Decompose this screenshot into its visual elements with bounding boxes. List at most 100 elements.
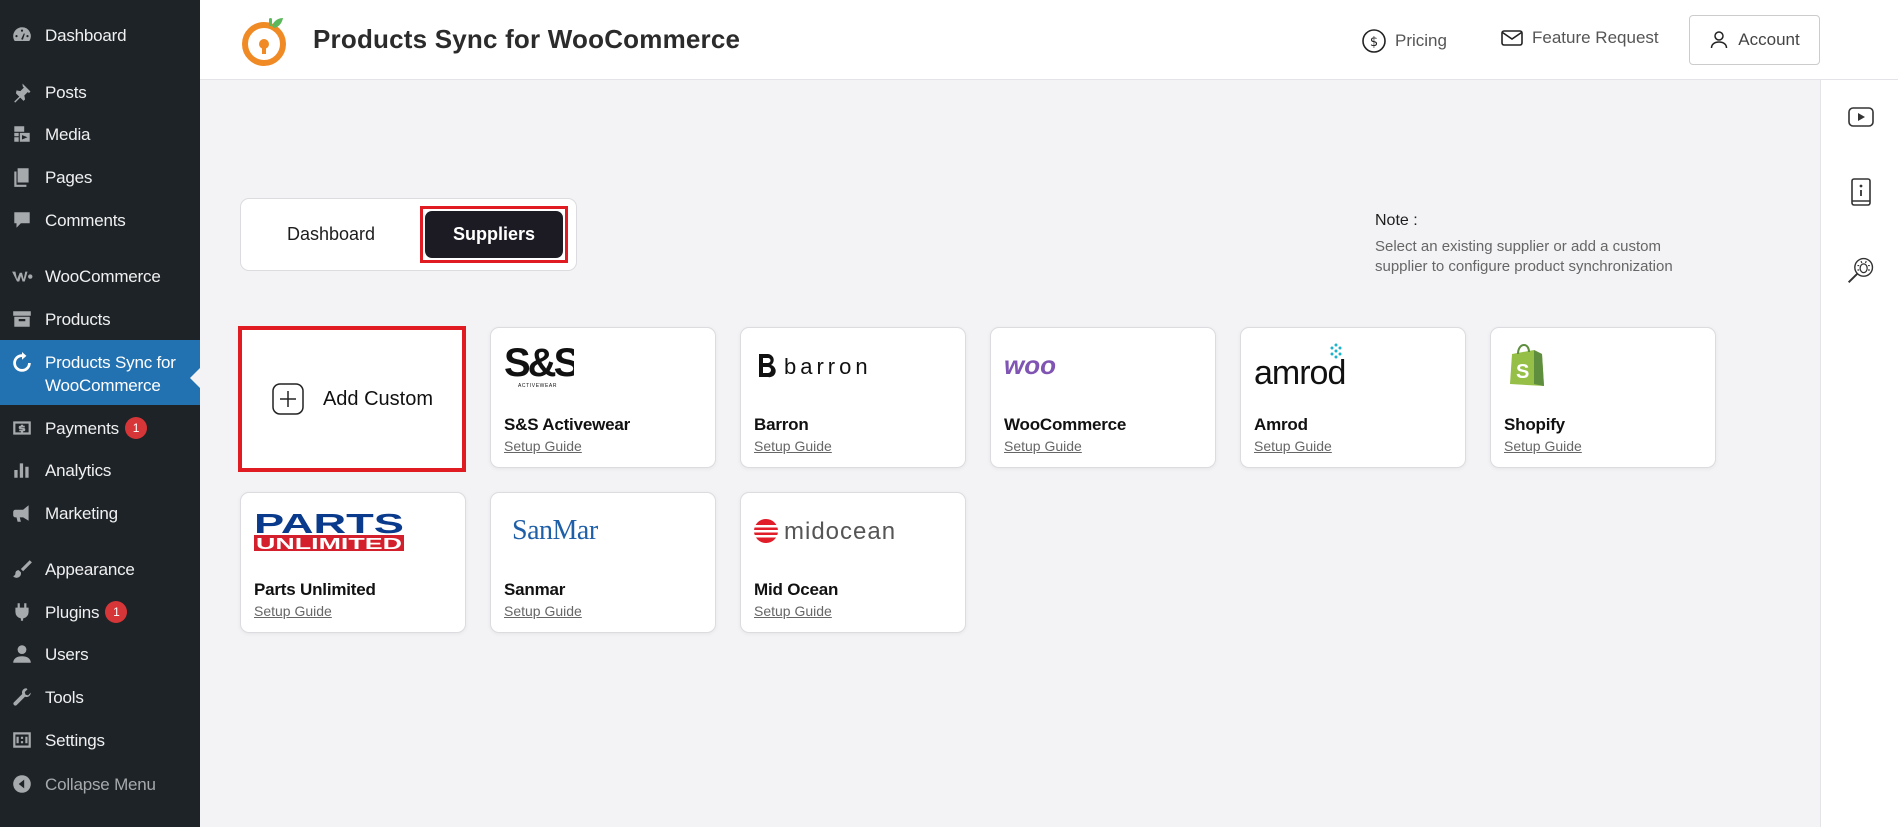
media-icon (10, 122, 34, 146)
sidebar-item-label: Payments (45, 418, 119, 438)
sidebar-collapse-menu[interactable]: Collapse Menu (0, 771, 200, 797)
svg-text:$: $ (1370, 35, 1378, 50)
note-panel: Note : Select an existing supplier or ad… (1375, 212, 1705, 277)
sidebar-item-label: Products (45, 309, 111, 329)
sidebar-active-line1: Products Sync for (45, 353, 176, 372)
pages-icon (10, 165, 34, 189)
user-icon (1711, 31, 1728, 49)
sidebar-item-products[interactable]: Products (0, 306, 200, 332)
setup-guide-link[interactable]: Setup Guide (754, 603, 832, 619)
sidebar-item-settings[interactable]: Settings (0, 727, 200, 753)
setup-guide-link[interactable]: Setup Guide (1254, 438, 1332, 454)
admin-sidebar: Dashboard Posts Media Pages Comments Woo… (0, 0, 200, 827)
supplier-name: Parts Unlimited (254, 580, 376, 599)
supplier-card-woocommerce[interactable]: woo WooCommerce Setup Guide (990, 327, 1216, 468)
ss-logo-subtext: ACTIVEWEAR (518, 383, 557, 389)
sidebar-item-plugins[interactable]: Plugins 1 (0, 599, 200, 625)
supplier-card-mid-ocean[interactable]: midocean Mid Ocean Setup Guide (740, 492, 966, 633)
notification-badge: 1 (105, 601, 128, 623)
notification-badge: 1 (125, 417, 147, 439)
mid-ocean-logo: midocean (754, 507, 934, 555)
supplier-name: Mid Ocean (754, 580, 839, 599)
note-title: Note : (1375, 212, 1418, 229)
add-custom-button[interactable]: Add Custom (238, 326, 466, 472)
sidebar-item-media[interactable]: Media (0, 121, 200, 147)
sanmar-logo-text: SanMar (512, 515, 599, 546)
account-label: Account (1738, 30, 1800, 49)
supplier-card-amrod[interactable]: amrod Amrod Setup Guide (1240, 327, 1466, 468)
archive-icon (10, 307, 34, 331)
barron-logo-text: barron (784, 354, 872, 379)
tab-suppliers-highlight: Suppliers (420, 206, 568, 263)
sidebar-item-label: Media (45, 124, 91, 144)
analytics-icon (10, 458, 34, 482)
barron-logo: barron (754, 342, 889, 390)
sidebar-item-payments[interactable]: Payments 1 (0, 415, 200, 441)
ss-activewear-logo: S&S ACTIVEWEAR (504, 342, 574, 390)
sidebar-item-label: Collapse Menu (45, 774, 156, 794)
supplier-name: Shopify (1504, 415, 1565, 434)
sidebar-item-tools[interactable]: Tools (0, 684, 200, 710)
tab-suppliers[interactable]: Suppliers (425, 211, 563, 258)
svg-text:S: S (1516, 361, 1529, 383)
sidebar-item-posts[interactable]: Posts (0, 79, 200, 105)
app-logo (242, 18, 286, 66)
midocean-logo-text: midocean (784, 518, 896, 545)
setup-guide-link[interactable]: Setup Guide (504, 603, 582, 619)
pricing-link[interactable]: $ Pricing (1361, 28, 1447, 54)
sidebar-item-dashboard[interactable]: Dashboard (0, 22, 200, 48)
tab-dashboard[interactable]: Dashboard (250, 208, 412, 261)
setup-guide-link[interactable]: Setup Guide (1504, 438, 1582, 454)
collapse-icon (10, 772, 34, 796)
documentation-icon[interactable] (1846, 177, 1876, 207)
supplier-name: WooCommerce (1004, 415, 1127, 434)
supplier-card-parts-unlimited[interactable]: PARTS UNLIMITED Parts Unlimited Setup Gui… (240, 492, 466, 633)
setup-guide-link[interactable]: Setup Guide (754, 438, 832, 454)
setup-guide-link[interactable]: Setup Guide (1004, 438, 1082, 454)
sidebar-item-analytics[interactable]: Analytics (0, 457, 200, 483)
supplier-card-sanmar[interactable]: SanMar Sanmar Setup Guide (490, 492, 716, 633)
sidebar-item-comments[interactable]: Comments (0, 207, 200, 233)
page-title: Products Sync for WooCommerce (313, 24, 741, 54)
woocommerce-icon (10, 264, 34, 288)
parts-logo-text: PARTS (254, 508, 404, 539)
debug-search-icon[interactable] (1846, 255, 1876, 285)
sidebar-item-appearance[interactable]: Appearance (0, 556, 200, 582)
video-tutorial-icon[interactable] (1846, 102, 1876, 132)
woocommerce-logo: woo (1004, 342, 1074, 390)
view-tabs: Dashboard Suppliers (240, 198, 577, 271)
sidebar-item-woocommerce[interactable]: WooCommerce (0, 263, 200, 289)
sidebar-item-label: Posts (45, 82, 87, 102)
feature-request-link[interactable]: Feature Request (1500, 28, 1659, 48)
sidebar-item-marketing[interactable]: Marketing (0, 500, 200, 526)
setup-guide-link[interactable]: Setup Guide (254, 603, 332, 619)
supplier-card-barron[interactable]: barron Barron Setup Guide (740, 327, 966, 468)
supplier-name: S&S Activewear (504, 415, 631, 434)
amrod-logo-text: amrod (1254, 354, 1345, 390)
supplier-card-ss-activewear[interactable]: S&S ACTIVEWEAR S&S Activewear Setup Guide (490, 327, 716, 468)
supplier-card-shopify[interactable]: S Shopify Setup Guide (1490, 327, 1716, 468)
payments-icon (10, 416, 34, 440)
plugin-icon (10, 600, 34, 624)
sync-icon (10, 351, 34, 375)
wrench-icon (10, 685, 34, 709)
sidebar-item-label: WooCommerce (45, 266, 161, 286)
plugin-header: Products Sync for WooCommerce $ Pricing … (200, 0, 1898, 80)
sidebar-item-label: Pages (45, 167, 93, 187)
ss-logo-text: S&S (504, 342, 574, 385)
pricing-label: Pricing (1395, 31, 1447, 50)
pushpin-icon (10, 80, 34, 104)
sidebar-item-label: Marketing (45, 503, 118, 523)
supplier-name: Sanmar (504, 580, 566, 599)
shopify-logo: S (1504, 342, 1552, 390)
add-custom-label: Add Custom (322, 387, 434, 410)
sidebar-item-products-sync[interactable]: Products Sync for WooCommerce (0, 340, 200, 405)
account-button[interactable]: Account (1689, 15, 1820, 65)
sidebar-item-label: Users (45, 644, 89, 664)
woo-logo-text: woo (1004, 350, 1056, 380)
sidebar-item-pages[interactable]: Pages (0, 164, 200, 190)
sidebar-active-line2: WooCommerce (45, 376, 161, 395)
sidebar-item-label: Tools (45, 687, 84, 707)
sidebar-item-users[interactable]: Users (0, 641, 200, 667)
setup-guide-link[interactable]: Setup Guide (504, 438, 582, 454)
